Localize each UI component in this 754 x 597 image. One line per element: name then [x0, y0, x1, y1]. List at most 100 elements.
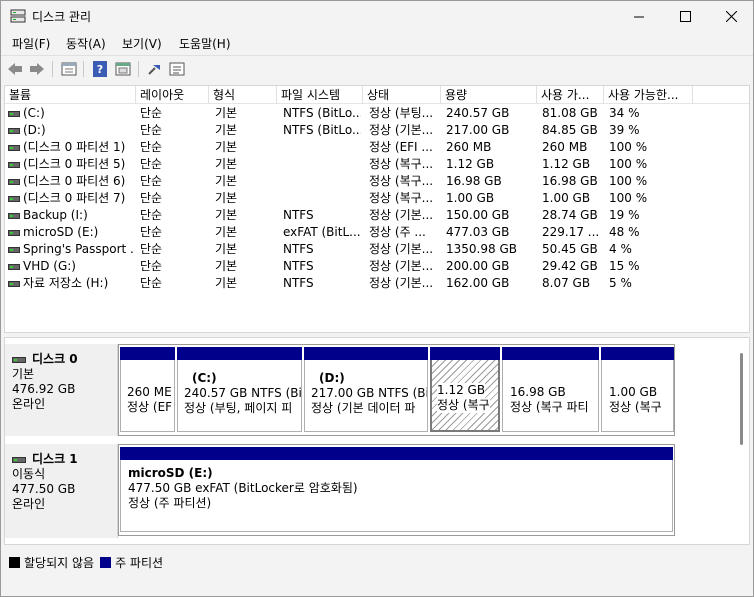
partition-status: 정상 (복구: [609, 400, 662, 414]
volume-type: 기본: [215, 157, 238, 171]
partition-size: 217.00 GB NTFS (Bit: [311, 386, 428, 400]
disk-1-name-row: 디스크 1: [12, 452, 117, 467]
partition-title: (D:): [319, 371, 345, 385]
disk-0-partition-5[interactable]: 1.12 GB 정상 (복구: [430, 347, 500, 432]
volume-layout: 단순: [140, 276, 163, 290]
back-button[interactable]: [6, 60, 24, 78]
disk-0-partition-1[interactable]: 260 ME 정상 (EF: [120, 347, 175, 432]
partition-body: (C:) 240.57 GB NTFS (Bit 정상 (부팅, 페이지 피: [177, 360, 302, 432]
partition-body: 16.98 GB 정상 (복구 파티: [502, 360, 599, 432]
volume-percent-free: 34 %: [609, 106, 640, 120]
menu-file[interactable]: 파일(F): [12, 35, 50, 52]
partition-bar: [177, 347, 302, 360]
disk-1-kind: 이동식: [12, 467, 46, 481]
volume-filesystem: NTFS: [283, 242, 314, 256]
maximize-icon: [679, 10, 691, 22]
volume-layout: 단순: [140, 225, 163, 239]
volume-name: (디스크 0 파티션 5): [23, 157, 126, 171]
disk-1-label[interactable]: 디스크 1 이동식 477.50 GB 온라인: [5, 444, 118, 538]
toolbar-separator: [138, 61, 139, 77]
partition-bar: [430, 347, 500, 360]
disk-0-partition-7[interactable]: 1.00 GB 정상 (복구: [601, 347, 674, 432]
menu-help[interactable]: 도움말(H): [179, 35, 231, 52]
partition-size: 1.00 GB: [609, 385, 658, 399]
partition-bar: [120, 447, 673, 460]
volume-list[interactable]: 볼륨 레이아웃 형식 파일 시스템 상태 용량 사용 가... 사용 가능한..…: [4, 85, 750, 333]
forward-icon: [30, 63, 44, 75]
volume-capacity: 217.00 GB: [446, 123, 510, 137]
partition-status: 정상 (주 파티션): [128, 496, 212, 510]
partition-title: microSD (E:): [128, 466, 213, 480]
disk-0-partition-6[interactable]: 16.98 GB 정상 (복구 파티: [502, 347, 599, 432]
disk-0-partition-d[interactable]: (D:) 217.00 GB NTFS (Bit 정상 (기본 데이터 파: [304, 347, 428, 432]
column-header-type[interactable]: 형식: [209, 86, 277, 104]
volume-free: 8.07 GB: [542, 276, 591, 290]
volume-layout: 단순: [140, 140, 163, 154]
help-button[interactable]: ?: [91, 60, 109, 78]
partition-body: 1.12 GB 정상 (복구: [430, 360, 500, 432]
partition-size: 477.50 GB exFAT (BitLocker로 암호화됨): [128, 481, 358, 495]
disk-0-name: 디스크 0: [32, 352, 78, 366]
volume-name: Backup (I:): [23, 208, 88, 222]
forward-button[interactable]: [28, 60, 46, 78]
svg-text:?: ?: [97, 63, 103, 76]
volume-name: (디스크 0 파티션 6): [23, 174, 126, 188]
menu-view[interactable]: 보기(V): [122, 35, 162, 52]
volume-status: 정상 (기본...: [369, 276, 434, 290]
minimize-button[interactable]: [616, 1, 662, 31]
volume-row[interactable]: Spring's Passport ... 단순 기본 NTFS 정상 (기본... 13…: [5, 241, 749, 258]
column-header-filesystem[interactable]: 파일 시스템: [277, 86, 363, 104]
partition-body: 260 ME 정상 (EF: [120, 360, 175, 432]
volume-type: 기본: [215, 191, 238, 205]
view-button[interactable]: [168, 60, 186, 78]
volume-type: 기본: [215, 106, 238, 120]
volume-row[interactable]: (디스크 0 파티션 1) 단순 기본 정상 (EFI ... 260 MB 260 MB…: [5, 139, 749, 156]
toolbar-separator: [52, 61, 53, 77]
maximize-button[interactable]: [662, 1, 708, 31]
partition-status: 정상 (복구 파티: [510, 400, 589, 414]
partition-title: (C:): [192, 371, 217, 385]
volume-name: Spring's Passport ...: [23, 242, 135, 256]
volume-row[interactable]: (디스크 0 파티션 7) 단순 기본 정상 (복구... 1.00 GB 1.00 GB…: [5, 190, 749, 207]
volume-percent-free: 4 %: [609, 242, 632, 256]
disk-0-partition-c[interactable]: (C:) 240.57 GB NTFS (Bit 정상 (부팅, 페이지 피: [177, 347, 302, 432]
volume-row[interactable]: (D:) 단순 기본 NTFS (BitLo... 정상 (기본... 217.00 GB…: [5, 122, 749, 139]
volume-row[interactable]: Backup (I:) 단순 기본 NTFS 정상 (기본... 150.00 GB 28.…: [5, 207, 749, 224]
volume-row[interactable]: VHD (G:) 단순 기본 NTFS 정상 (기본... 200.00 GB 29.42 …: [5, 258, 749, 275]
console-button[interactable]: [114, 60, 132, 78]
volume-status: 정상 (복구...: [369, 174, 434, 188]
volume-icon: [8, 162, 20, 168]
disk-1-partitions: microSD (E:) 477.50 GB exFAT (BitLocker로…: [118, 444, 675, 536]
volume-filesystem: NTFS (BitLo...: [283, 106, 361, 120]
volume-capacity: 260 MB: [446, 140, 492, 154]
volume-row[interactable]: 자료 저장소 (H:) 단순 기본 NTFS 정상 (기본... 162.00 GB 8.0…: [5, 275, 749, 292]
volume-row[interactable]: microSD (E:) 단순 기본 exFAT (BitL... 정상 (주 ... 4…: [5, 224, 749, 241]
disk-1-partition-e[interactable]: microSD (E:) 477.50 GB exFAT (BitLocker로…: [120, 447, 673, 532]
properties-icon: [61, 62, 77, 76]
connect-button[interactable]: [146, 60, 164, 78]
disk-0-label[interactable]: 디스크 0 기본 476.92 GB 온라인: [5, 344, 118, 436]
volume-row[interactable]: (디스크 0 파티션 5) 단순 기본 정상 (복구... 1.12 GB 1.12 GB…: [5, 156, 749, 173]
column-header-percent-free[interactable]: 사용 가능한...: [604, 86, 693, 104]
volume-free: 81.08 GB: [542, 106, 598, 120]
disk-0-name-row: 디스크 0: [12, 352, 117, 367]
volume-capacity: 1350.98 GB: [446, 242, 517, 256]
column-header-free[interactable]: 사용 가...: [537, 86, 604, 104]
properties-button[interactable]: [60, 60, 78, 78]
volume-name: (디스크 0 파티션 1): [23, 140, 126, 154]
volume-icon: [8, 111, 20, 117]
volume-row[interactable]: (디스크 0 파티션 6) 단순 기본 정상 (복구... 16.98 GB 16.98 …: [5, 173, 749, 190]
disk-0-partitions: 260 ME 정상 (EF (C:) 240.57 GB NTFS (Bit 정…: [118, 344, 675, 436]
volume-status: 정상 (기본...: [369, 208, 434, 222]
column-header-layout[interactable]: 레이아웃: [136, 86, 209, 104]
column-header-capacity[interactable]: 용량: [441, 86, 537, 104]
volume-type: 기본: [215, 225, 238, 239]
vertical-scrollbar[interactable]: [740, 353, 743, 445]
minimize-icon: [633, 16, 644, 17]
column-header-status[interactable]: 상태: [363, 86, 441, 104]
legend-primary-partition: 주 파티션: [115, 556, 164, 570]
menu-action[interactable]: 동작(A): [66, 35, 106, 52]
close-button[interactable]: [708, 1, 754, 31]
volume-row[interactable]: (C:) 단순 기본 NTFS (BitLo... 정상 (부팅... 240.57 GB…: [5, 105, 749, 122]
column-header-volume[interactable]: 볼륨: [5, 86, 136, 104]
